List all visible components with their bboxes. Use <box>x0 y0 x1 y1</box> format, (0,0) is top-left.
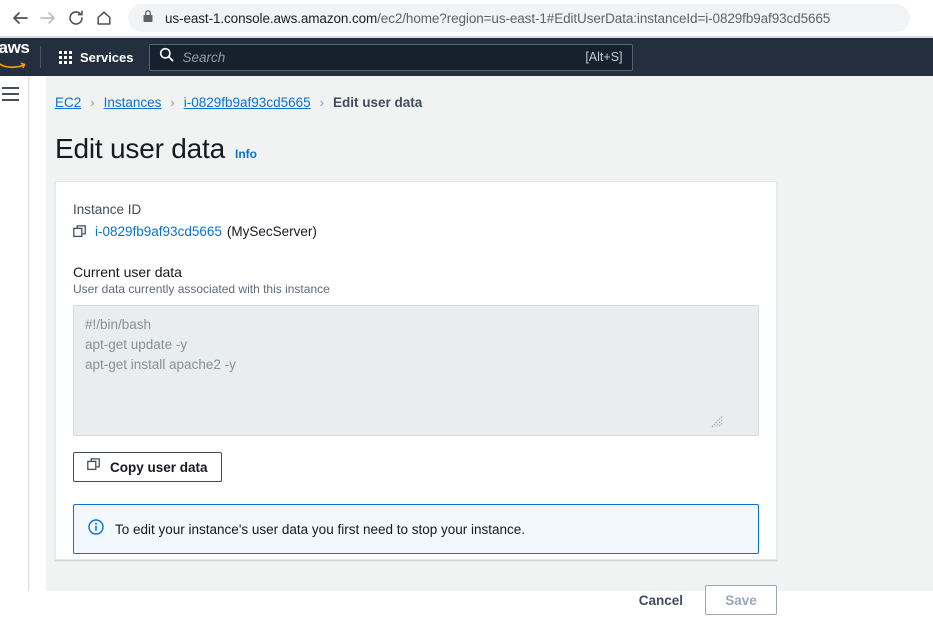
current-user-data-label: Current user data <box>73 264 182 280</box>
nav-divider <box>40 46 41 68</box>
back-button[interactable] <box>6 4 34 32</box>
search-icon <box>159 47 174 67</box>
url-path: /ec2/home?region=us-east-1#EditUserData:… <box>377 10 831 26</box>
breadcrumb-item-instance-id[interactable]: i-0829fb9af93cd5665 <box>184 95 311 110</box>
info-alert: To edit your instance's user data you fi… <box>73 504 759 554</box>
back-arrow-icon <box>11 9 29 27</box>
copy-user-data-button[interactable]: Copy user data <box>73 452 222 482</box>
reload-icon <box>67 9 85 27</box>
url-domain: us-east-1.console.aws.amazon.com <box>165 10 378 26</box>
forward-arrow-icon <box>39 9 57 27</box>
aws-logo[interactable]: aws <box>0 38 36 76</box>
reload-button[interactable] <box>62 4 90 32</box>
breadcrumb-item-instances[interactable]: Instances <box>104 95 162 110</box>
url-text: us-east-1.console.aws.amazon.com/ec2/hom… <box>165 11 830 26</box>
aws-top-navigation: aws Services Search [Alt+S] <box>0 38 933 76</box>
page-body: EC2 › Instances › i-0829fb9af93cd5665 › … <box>0 76 933 615</box>
copy-user-data-label: Copy user data <box>110 459 208 475</box>
services-menu-button[interactable]: Services <box>53 38 140 76</box>
breadcrumb-separator: › <box>319 95 324 110</box>
breadcrumb: EC2 › Instances › i-0829fb9af93cd5665 › … <box>55 95 422 110</box>
copy-icon[interactable] <box>73 224 87 239</box>
user-data-textarea[interactable]: #!/bin/bash apt-get update -y apt-get in… <box>73 305 759 436</box>
info-alert-text: To edit your instance's user data you fi… <box>115 521 526 537</box>
copy-icon <box>87 457 101 477</box>
search-shortcut-hint: [Alt+S] <box>585 50 623 64</box>
page-title: Edit user data <box>55 133 225 164</box>
forward-button[interactable] <box>34 4 62 32</box>
save-button[interactable]: Save <box>705 585 777 615</box>
current-user-data-description: User data currently associated with this… <box>73 282 330 296</box>
lock-icon <box>142 9 154 28</box>
left-navigation-rail <box>0 76 29 591</box>
aws-logo-text: aws <box>0 38 30 57</box>
instance-id-link[interactable]: i-0829fb9af93cd5665 <box>95 224 222 239</box>
home-button[interactable] <box>90 4 118 32</box>
hamburger-menu-icon[interactable] <box>2 87 19 105</box>
instance-id-value-row: i-0829fb9af93cd5665 (MySecServer) <box>73 224 759 239</box>
global-search-box[interactable]: Search [Alt+S] <box>148 43 633 71</box>
breadcrumb-separator: › <box>170 95 175 110</box>
breadcrumb-item-current: Edit user data <box>332 95 423 110</box>
cancel-button[interactable]: Cancel <box>639 593 683 608</box>
breadcrumb-separator: › <box>90 95 95 110</box>
page-header: Edit user data Info <box>55 133 257 165</box>
aws-smile-icon <box>0 56 29 74</box>
address-bar[interactable]: us-east-1.console.aws.amazon.com/ec2/hom… <box>128 4 910 32</box>
info-link[interactable]: Info <box>235 147 257 161</box>
services-label: Services <box>80 49 134 65</box>
instance-name-text: (MySecServer) <box>226 224 317 239</box>
form-actions: Cancel Save <box>0 580 933 620</box>
grid-menu-icon <box>59 50 72 64</box>
edit-user-data-card: Instance ID i-0829fb9af93cd5665 (MySecSe… <box>55 181 777 560</box>
breadcrumb-item-ec2[interactable]: EC2 <box>55 95 81 110</box>
search-input-placeholder: Search <box>182 49 226 65</box>
content-gutter <box>30 76 46 591</box>
info-circle-icon <box>88 518 104 540</box>
instance-id-label: Instance ID <box>73 202 142 217</box>
home-icon <box>95 9 113 27</box>
browser-toolbar: us-east-1.console.aws.amazon.com/ec2/hom… <box>0 0 933 36</box>
